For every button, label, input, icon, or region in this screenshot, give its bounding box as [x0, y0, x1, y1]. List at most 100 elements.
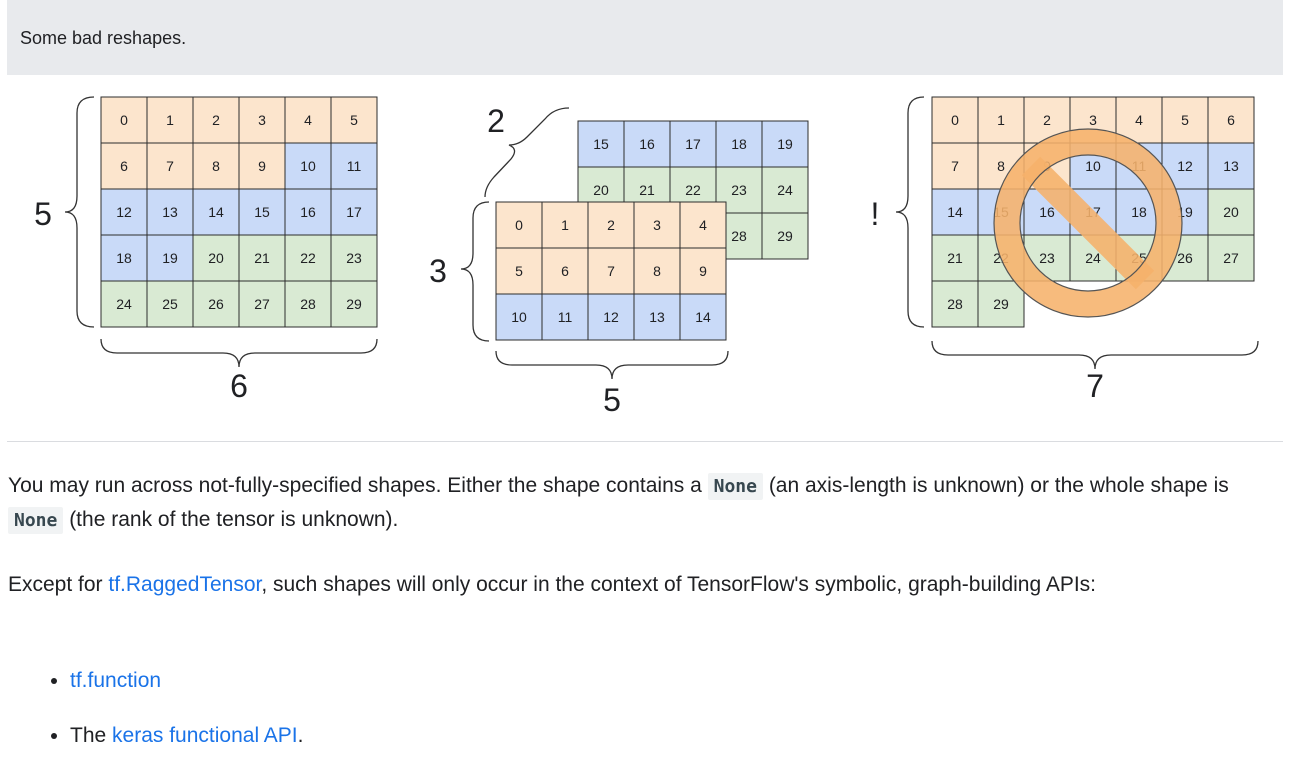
left-grid-cell-label: 5	[350, 112, 358, 128]
middle-back-grid-cell-label: 28	[731, 228, 747, 244]
list-item: tf.function	[70, 666, 303, 696]
list-item-prefix: The	[70, 724, 113, 747]
para1-text-2: (an axis-length is unknown) or the whole…	[762, 474, 1229, 497]
caption-bar: Some bad reshapes.	[7, 0, 1283, 75]
middle-cols-brace	[495, 350, 729, 380]
middle-front-grid-cell-label: 10	[511, 309, 527, 325]
right-grid-cell-label: 5	[1181, 112, 1189, 128]
middle-front-grid-cell-label: 6	[561, 263, 569, 279]
middle-back-grid-cell-label: 23	[731, 182, 747, 198]
middle-rows-label: 3	[429, 253, 447, 289]
para2-text-1: Except for	[8, 573, 109, 596]
right-grid-cell-label: 10	[1085, 158, 1101, 174]
left-grid-cell-label: 4	[304, 112, 312, 128]
middle-front-grid-cell-label: 9	[699, 263, 707, 279]
middle-back-grid-cell-label: 19	[777, 136, 793, 152]
left-grid-cell-label: 14	[208, 204, 224, 220]
left-grid-cell-label: 22	[300, 250, 316, 266]
left-grid-cell-label: 2	[212, 112, 220, 128]
right-grid-cell-label: 13	[1223, 158, 1239, 174]
reshape-figure: 0 1 2 3 4 5 6 7 8 9 10 11 12 13 14 15 16 17 18 19 20 21 22 23 24…	[7, 75, 1283, 442]
middle-back-grid-cell-label: 20	[593, 182, 609, 198]
right-grid-cell-label: 8	[997, 158, 1005, 174]
middle-front-grid-cell-label: 3	[653, 217, 661, 233]
middle-back-grid-cell-label: 22	[685, 182, 701, 198]
left-cols-label: 6	[230, 368, 248, 404]
left-grid-cell-label: 6	[120, 158, 128, 174]
tf-function-link[interactable]: tf.function	[70, 669, 161, 692]
para1-text-3: (the rank of the tensor is unknown).	[63, 508, 399, 531]
middle-front-grid-cell-label: 8	[653, 263, 661, 279]
left-grid-cell-label: 0	[120, 112, 128, 128]
left-grid-cell-label: 1	[166, 112, 174, 128]
left-grid-cell-label: 23	[346, 250, 362, 266]
para2-text-2: , such shapes will only occur in the con…	[261, 573, 1097, 596]
middle-front-grid-cell-label: 2	[607, 217, 615, 233]
reshape-diagram: 0 1 2 3 4 56 7 8 9 10 1112 13 14 15 16 1718 19 20 21 22 2324…	[34, 96, 1259, 418]
middle-front-grid-cell-label: 4	[699, 217, 707, 233]
right-grid-cell-label: 29	[993, 296, 1009, 312]
middle-back-grid-cell-label: 15	[593, 136, 609, 152]
left-grid-cell-label: 21	[254, 250, 270, 266]
left-grid-cell-label: 11	[347, 158, 362, 174]
code-none-2: None	[8, 507, 64, 534]
right-grid-cell-label: 26	[1177, 250, 1193, 266]
left-grid-cell-label: 9	[258, 158, 266, 174]
middle-back-grid-cell-label: 17	[685, 136, 701, 152]
list-item-suffix: .	[297, 724, 304, 747]
paragraph-shapes: You may run across not-fully-specified s…	[8, 469, 1288, 537]
right-grid-cell-label: 1	[997, 112, 1005, 128]
middle-rows-brace	[460, 201, 490, 342]
right-grid-cell-label: 6	[1227, 112, 1235, 128]
left-grid-cell-label: 19	[162, 250, 178, 266]
middle-front-grid-cell-label: 7	[607, 263, 615, 279]
left-grid-cell-label: 25	[162, 296, 178, 312]
left-grid-cell-label: 18	[116, 250, 132, 266]
right-rows-label: !	[871, 196, 880, 232]
left-grid-cell-label: 27	[254, 296, 270, 312]
left-grid-cell-label: 15	[254, 204, 270, 220]
left-grid-cell-label: 7	[166, 158, 174, 174]
middle-back-grid-cell-label: 24	[777, 182, 793, 198]
left-grid-cell-label: 26	[208, 296, 224, 312]
right-grid-cell-label: 14	[947, 204, 963, 220]
right-cols-label: 7	[1086, 368, 1104, 404]
middle-front-grid-cell-label: 12	[603, 309, 619, 325]
middle-depth-label: 2	[487, 103, 505, 139]
right-grid-cell-label: 20	[1223, 204, 1239, 220]
right-grid-cell-label: 3	[1089, 112, 1097, 128]
caption-text: Some bad reshapes.	[20, 28, 187, 48]
left-grid-cell-label: 17	[346, 204, 362, 220]
left-grid-cell-label: 10	[300, 158, 316, 174]
right-grid-cell-label: 7	[951, 158, 959, 174]
ragged-tensor-link[interactable]: tf.RaggedTensor	[108, 573, 261, 596]
left-grid-cell-label: 12	[116, 204, 132, 220]
right-grid-cell-label: 24	[1085, 250, 1101, 266]
right-grid-cell-label: 27	[1223, 250, 1239, 266]
left-grid-cell-label: 28	[300, 296, 316, 312]
right-grid-cell-label: 28	[947, 296, 963, 312]
left-grid-cell-label: 20	[208, 250, 224, 266]
right-grid-cell-label: 23	[1039, 250, 1055, 266]
left-grid-cell-label: 24	[116, 296, 132, 312]
right-grid-cell-label: 12	[1177, 158, 1193, 174]
middle-back-grid-cell-label: 18	[731, 136, 747, 152]
keras-functional-api-link[interactable]: keras functional API	[112, 724, 298, 747]
paragraph-ragged: Except for tf.RaggedTensor, such shapes …	[8, 568, 1288, 601]
list-item: The keras functional API.	[70, 721, 303, 751]
right-grid-cell-label: 2	[1043, 112, 1051, 128]
right-rows-brace	[895, 96, 925, 328]
right-cols-brace	[931, 340, 1259, 370]
middle-back-grid-cell-label: 16	[639, 136, 655, 152]
left-cols-brace	[100, 338, 378, 368]
right-grid-cell-label: 16	[1039, 204, 1055, 220]
left-rows-label: 5	[34, 196, 52, 232]
middle-front-grid-cell-label: 14	[695, 309, 711, 325]
right-grid-cell-label: 18	[1131, 204, 1147, 220]
para1-text-1: You may run across not-fully-specified s…	[8, 474, 708, 497]
middle-front-grid-cell-label: 1	[561, 217, 569, 233]
left-grid-cell-label: 3	[258, 112, 266, 128]
right-grid-cell-label: 21	[947, 250, 963, 266]
middle-front-grid-cell-label: 11	[558, 309, 573, 325]
left-grid-cell-label: 13	[162, 204, 178, 220]
